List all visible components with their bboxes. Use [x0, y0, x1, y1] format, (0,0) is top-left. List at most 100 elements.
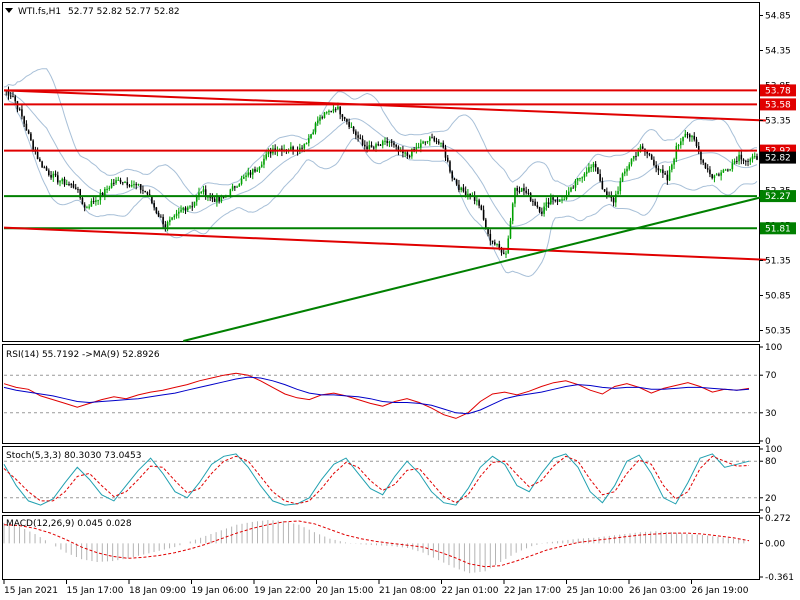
candle-body — [637, 151, 640, 157]
candle-body — [429, 137, 431, 141]
candle-body — [164, 224, 167, 227]
candle-body — [7, 91, 10, 96]
candle-body — [27, 130, 30, 134]
candle-body — [321, 117, 324, 119]
candle-body — [77, 189, 79, 191]
price-tag-label: 53.78 — [765, 86, 791, 96]
candle-body — [182, 207, 185, 210]
candle-body — [155, 207, 158, 213]
candle-body — [357, 135, 359, 138]
candle-body — [9, 95, 12, 97]
candle-body — [408, 155, 411, 157]
candle-body — [724, 169, 727, 171]
candle-body — [379, 144, 382, 146]
candle-body — [343, 117, 346, 119]
candle-body — [440, 142, 442, 144]
candle-body — [641, 146, 644, 149]
candle-body — [173, 215, 176, 218]
candle-body — [108, 187, 111, 189]
candle-body — [686, 133, 689, 135]
candle-body — [606, 191, 608, 195]
candle-body — [496, 244, 498, 246]
candle-body — [247, 172, 250, 176]
candle-body — [128, 185, 131, 187]
candle-body — [406, 152, 409, 156]
candle-body — [269, 151, 272, 154]
candle-body — [339, 106, 341, 115]
rsi-axis-tick-label: 100 — [765, 343, 782, 353]
candle-body — [682, 136, 684, 142]
time-tick-label: 26 Jan 03:00 — [629, 586, 686, 596]
candle-body — [258, 166, 261, 170]
candle-body — [567, 191, 570, 195]
candle-body — [621, 173, 624, 182]
candle-body — [599, 173, 601, 182]
candle-body — [662, 169, 664, 174]
candle-body — [314, 123, 317, 133]
candle-body — [186, 207, 189, 211]
stoch-axis-tick-label: 20 — [765, 494, 777, 504]
candle-body — [352, 126, 355, 132]
candle-body — [350, 126, 353, 128]
candle-body — [420, 143, 422, 148]
time-tick-label: 18 Jan 09:00 — [129, 586, 186, 596]
candle-body — [90, 201, 93, 207]
candle-body — [36, 152, 39, 159]
candle-body — [520, 188, 523, 192]
candle-body — [675, 146, 678, 159]
candle-body — [162, 216, 164, 225]
candle-body — [747, 160, 749, 162]
candle-body — [189, 206, 191, 208]
candle-body — [507, 238, 510, 254]
candle-body — [713, 175, 716, 179]
candle-body — [673, 158, 675, 165]
candle-body — [431, 137, 433, 139]
candle-body — [449, 161, 451, 172]
price-pane[interactable] — [2, 2, 760, 342]
candle-body — [348, 121, 350, 127]
candle-body — [695, 139, 698, 147]
candle-body — [653, 159, 655, 166]
candle-body — [126, 182, 129, 186]
candle-body — [23, 116, 25, 124]
candle-body — [178, 211, 180, 214]
candle-body — [86, 207, 88, 209]
candle-body — [169, 219, 171, 223]
price-tag-label: 52.27 — [765, 192, 791, 202]
candle-body — [30, 133, 32, 141]
price-axis: 54.8554.3553.8553.3552.8552.3551.8551.35… — [759, 12, 796, 337]
candle-body — [612, 197, 615, 203]
candle-body — [334, 109, 337, 111]
main-header-ohlc: 52.77 52.82 52.77 52.82 — [68, 7, 180, 17]
candle-body — [467, 193, 469, 196]
candle-body — [688, 134, 691, 138]
candle-body — [570, 187, 572, 192]
candle-body — [305, 143, 308, 145]
time-tick-label: 15 Jan 2021 — [4, 586, 58, 596]
candle-body — [422, 141, 424, 144]
candle-body — [680, 141, 682, 146]
candle-body — [711, 174, 713, 179]
time-tick-label: 22 Jan 17:00 — [504, 586, 561, 596]
candle-body — [538, 206, 541, 212]
candle-body — [574, 180, 577, 188]
time-tick-label: 20 Jan 15:00 — [317, 586, 374, 596]
trading-chart: 54.8554.3553.8553.3552.8552.3551.8551.35… — [2, 2, 796, 596]
candle-body — [632, 155, 635, 159]
candle-body — [458, 184, 460, 191]
time-tick-label: 22 Jan 01:00 — [442, 586, 499, 596]
candle-body — [220, 196, 223, 202]
candle-body — [561, 199, 563, 201]
candle-body — [88, 206, 90, 208]
candle-body — [95, 200, 97, 202]
candle-body — [218, 197, 220, 202]
candle-body — [119, 179, 122, 183]
candle-body — [388, 141, 391, 143]
candle-body — [518, 190, 521, 192]
candle-body — [166, 222, 169, 227]
candle-body — [171, 217, 173, 220]
candle-body — [736, 161, 738, 163]
price-tick-label: 53.35 — [765, 117, 791, 127]
candle-body — [202, 189, 205, 192]
main-header-symbol: WTI.fs,H1 — [18, 7, 61, 17]
